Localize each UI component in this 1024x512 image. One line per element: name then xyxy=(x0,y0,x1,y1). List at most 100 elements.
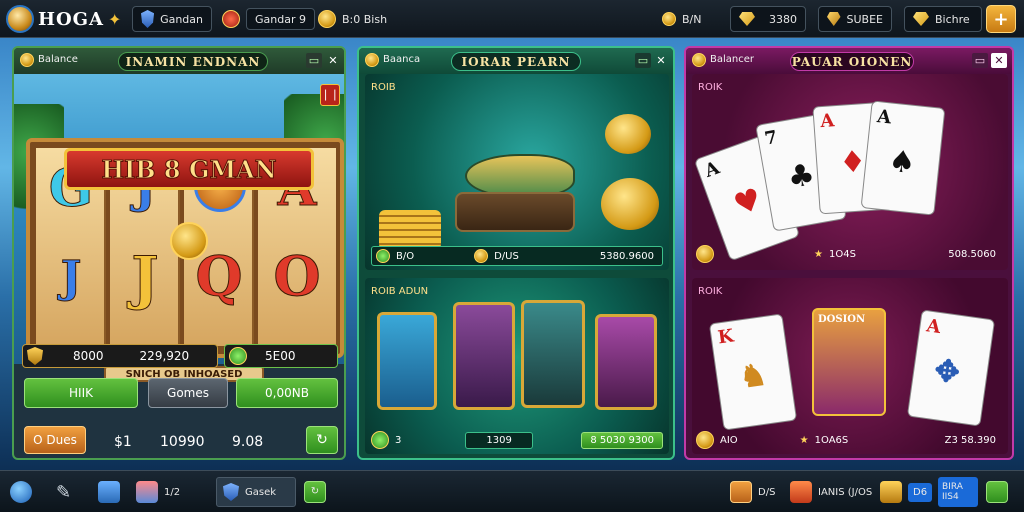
start-button[interactable] xyxy=(10,477,32,507)
topbar-bish[interactable]: B:0 Bish xyxy=(318,6,387,32)
poker-top-label: ROIK xyxy=(698,82,723,93)
dues-button[interactable]: O Dues xyxy=(24,426,86,454)
playing-card: A ♠ xyxy=(860,100,946,216)
spin-value-button[interactable]: 0,00NB xyxy=(236,378,338,408)
topbar-bichre[interactable]: Bichre xyxy=(904,6,982,32)
menu-icon xyxy=(986,481,1008,503)
topbar-game-label: Gandan xyxy=(160,12,203,26)
poker-bottom-table: ROIK K ♞ DOSION A ✥ AIO ★ 1OA6S Z3 58.390 xyxy=(692,278,1008,454)
taskbar-item-bira[interactable]: BIRA IIS4 xyxy=(938,477,978,507)
coin-icon xyxy=(692,53,706,67)
topbar-bish-label: B:0 Bish xyxy=(342,12,388,26)
taskbar-label-d6: D6 xyxy=(908,482,933,502)
gold-coin-icon xyxy=(170,222,208,260)
add-funds-button[interactable]: + xyxy=(986,5,1016,33)
taskbar: ✎ 1/2 Gasek ↻ D/S IANIS (J/OS D6 BIRA II… xyxy=(0,470,1024,512)
poker-bottom-bar: AIO ★ 1OA6S Z3 58.390 xyxy=(696,430,1004,450)
taskbar-item-gasek[interactable]: Gasek xyxy=(216,477,296,507)
poker-bottom-label: ROIK xyxy=(698,286,723,297)
globe-icon xyxy=(10,481,32,503)
slot-close-button[interactable]: ✕ xyxy=(325,53,341,68)
topbar-subee-label: SUBEE xyxy=(846,12,883,26)
stat-bet: 9.08 xyxy=(232,434,264,450)
card-rank: DOSION xyxy=(818,314,866,325)
green-coin-icon xyxy=(376,249,390,263)
taskbar-item-refresh[interactable]: ↻ xyxy=(304,477,326,507)
coin-small-icon xyxy=(662,12,676,26)
card-j-icon xyxy=(377,312,437,410)
gomes-button[interactable]: Gomes xyxy=(148,378,228,408)
coin-icon xyxy=(365,53,379,67)
star-icon: ★ xyxy=(799,434,809,446)
flag-icon xyxy=(136,481,158,503)
fishing-bottom-game: ROIB ADUN 3 1309 8 5030 9300 xyxy=(365,278,669,454)
spade-icon: ♠ xyxy=(886,143,918,182)
fishing-bottom-right[interactable]: 8 5030 9300 xyxy=(581,431,663,449)
figure-icon: ♞ xyxy=(737,357,769,396)
taskbar-item-d6[interactable]: D6 xyxy=(880,477,933,507)
topbar-gandar[interactable]: Gandar 9 xyxy=(222,6,315,32)
topbar-game-button[interactable]: Gandan xyxy=(132,6,212,32)
poker-top-bar: ★ 1O4S 508.5060 xyxy=(696,244,1004,264)
taskbar-folder[interactable] xyxy=(98,477,120,507)
star-icon: ★ xyxy=(814,248,823,260)
app-icon xyxy=(790,481,812,503)
bet-total: 229,920 xyxy=(139,349,190,363)
symbol-j-blue: J xyxy=(60,252,82,304)
royal-card: DOSION xyxy=(812,308,886,416)
poker-balance-label: Balancer xyxy=(710,54,754,65)
star-icon: ✦ xyxy=(108,9,122,29)
card-rank: A xyxy=(702,157,723,182)
taskbar-item-1[interactable]: 1/2 xyxy=(136,477,180,507)
heart-icon: ♥ xyxy=(729,181,767,224)
green-coin-icon xyxy=(229,347,247,365)
wrench-icon: ✎ xyxy=(56,481,72,503)
barrel-icon xyxy=(455,192,575,232)
shield-icon xyxy=(223,483,239,501)
fishing-close-button[interactable]: ✕ xyxy=(653,53,669,68)
minimize-icon[interactable]: ▭ xyxy=(306,53,322,68)
topbar-gems[interactable]: 3380 xyxy=(730,6,806,32)
fishing-top-mid: D/US xyxy=(494,250,519,262)
autoplay-button[interactable]: ↻ xyxy=(306,426,338,454)
fishing-bottom-label: ROIB ADUN xyxy=(371,286,429,297)
slot-title: INAMIN ENDNAN xyxy=(118,52,268,71)
topbar-bn[interactable]: B/N xyxy=(662,6,701,32)
taskbar-item-ianis[interactable]: IANIS (J/OS xyxy=(790,477,872,507)
taskbar-label-bira: BIRA IIS4 xyxy=(942,482,963,502)
logo-ball-icon xyxy=(6,5,34,33)
shield-icon xyxy=(141,10,155,28)
poker-panel: Balancer PAUAR OIONEN ▭ ✕ ROIK A ♥ 7 ♣ A ♦ … xyxy=(684,46,1014,460)
lock-icon xyxy=(880,481,902,503)
card-rank: 7 xyxy=(762,126,779,150)
poker-top-table: ROIK A ♥ 7 ♣ A ♦ A ♠ ★ 1O4S 508.5060 xyxy=(692,74,1008,270)
portrait-card-3-icon xyxy=(595,314,657,410)
topbar-gandar-label: Gandar 9 xyxy=(246,8,315,30)
win-bar: 5E00 xyxy=(224,344,338,368)
fishing-bottom-bar: 3 1309 8 5030 9300 xyxy=(371,430,663,450)
badge-icon xyxy=(730,481,752,503)
playing-card: A ✥ xyxy=(906,309,996,427)
fishing-top-label: ROIB xyxy=(371,82,396,93)
coin-icon xyxy=(20,53,34,67)
red-coin-icon xyxy=(222,10,240,28)
taskbar-tool[interactable]: ✎ xyxy=(56,477,71,507)
ornament-icon: ✥ xyxy=(932,352,962,392)
minimize-icon[interactable]: ▭ xyxy=(972,53,988,68)
topbar-subee[interactable]: SUBEE xyxy=(818,6,892,32)
taskbar-item-ds[interactable]: D/S xyxy=(730,477,775,507)
refresh-icon: ↻ xyxy=(304,481,326,503)
minimize-icon[interactable]: ▭ xyxy=(635,53,651,68)
hik-button[interactable]: HIIK xyxy=(24,378,138,408)
slot-panel: Balance INAMIN ENDNAN ▭ ✕ ❘❘ G J J J Q A… xyxy=(12,46,346,460)
poker-close-button[interactable]: ✕ xyxy=(991,53,1007,68)
poker-title: PAUAR OIONEN xyxy=(790,52,914,71)
gold-shield-icon xyxy=(27,347,43,365)
poker-top-mid: 1O4S xyxy=(828,248,856,260)
fishing-panel: Baanca IORAR PEARN ▭ ✕ ROIB B/O D/US 538… xyxy=(357,46,675,460)
poker-bottom-mid: 1OA6S xyxy=(814,434,849,446)
card-rank: A xyxy=(819,110,836,133)
topbar-gems-value: 3380 xyxy=(769,12,797,26)
taskbar-item-menu[interactable] xyxy=(986,477,1008,507)
stat-lines: $1 xyxy=(114,434,132,450)
